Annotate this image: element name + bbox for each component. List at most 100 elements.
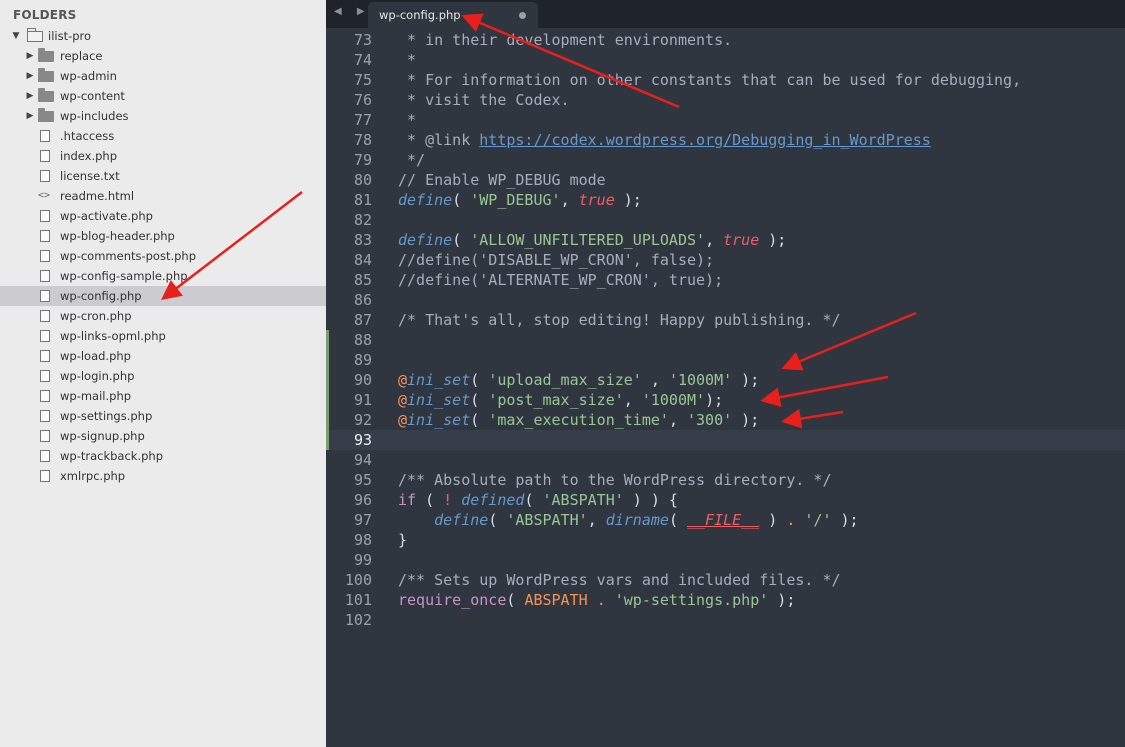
code-line[interactable]: 75 * For information on other constants … bbox=[326, 70, 1125, 90]
line-number: 73 bbox=[353, 31, 372, 49]
tab-nav-arrows[interactable]: ◀ ▶ bbox=[334, 6, 371, 17]
tree-file-item[interactable]: wp-signup.php bbox=[0, 426, 326, 446]
code-line[interactable]: 86 bbox=[326, 290, 1125, 310]
tree-folder-item[interactable]: ▶ wp-includes bbox=[0, 106, 326, 126]
code-line[interactable]: 93 bbox=[326, 430, 1125, 450]
code-token: , bbox=[623, 391, 642, 409]
line-number: 84 bbox=[353, 251, 372, 269]
line-number: 88 bbox=[353, 331, 372, 349]
code-token: * in their development environments. bbox=[398, 31, 733, 49]
code-line[interactable]: 98} bbox=[326, 530, 1125, 550]
chevron-right-icon[interactable]: ▶ bbox=[25, 66, 35, 86]
line-number: 86 bbox=[353, 291, 372, 309]
file-icon bbox=[40, 390, 50, 402]
folder-icon bbox=[38, 108, 54, 122]
code-token: ( bbox=[470, 391, 489, 409]
chevron-down-icon[interactable]: ▼ bbox=[11, 26, 21, 46]
tree-folder-item[interactable]: ▶ wp-content bbox=[0, 86, 326, 106]
line-number: 87 bbox=[353, 311, 372, 329]
tree-file-item[interactable]: wp-config.php bbox=[0, 286, 326, 306]
code-line[interactable]: 73 * in their development environments. bbox=[326, 30, 1125, 50]
code-token: * @link bbox=[398, 131, 480, 149]
line-number: 75 bbox=[353, 71, 372, 89]
code-line[interactable]: 84 //define('DISABLE_WP_CRON', false); bbox=[326, 250, 1125, 270]
code-line[interactable]: 81 define( 'WP_DEBUG', true ); bbox=[326, 190, 1125, 210]
code-line[interactable]: 76 * visit the Codex. bbox=[326, 90, 1125, 110]
tree-file-item[interactable]: wp-mail.php bbox=[0, 386, 326, 406]
tree-folder-item[interactable]: ▶ replace bbox=[0, 46, 326, 66]
code-line[interactable]: 92 @ini_set( 'max_execution_time', '300' … bbox=[326, 410, 1125, 430]
tree-folder-item[interactable]: ▶ wp-admin bbox=[0, 66, 326, 86]
code-token: ) bbox=[759, 511, 787, 529]
code-line[interactable]: 87 /* That's all, stop editing! Happy pub… bbox=[326, 310, 1125, 330]
code-line[interactable]: 85 //define('ALTERNATE_WP_CRON', true); bbox=[326, 270, 1125, 290]
code-text: //define('DISABLE_WP_CRON', false); bbox=[398, 250, 714, 270]
tree-file-item[interactable]: index.php bbox=[0, 146, 326, 166]
code-line[interactable]: 100 /** Sets up WordPress vars and includ… bbox=[326, 570, 1125, 590]
code-line[interactable]: 77 * bbox=[326, 110, 1125, 130]
code-line[interactable]: 97 define( 'ABSPATH', dirname( __FILE__ … bbox=[326, 510, 1125, 530]
tree-file-item[interactable]: wp-cron.php bbox=[0, 306, 326, 326]
code-line[interactable]: 101 require_once( ABSPATH . 'wp-settings.… bbox=[326, 590, 1125, 610]
chevron-right-icon[interactable]: ▶ bbox=[25, 86, 35, 106]
code-token: 'upload_max_size' bbox=[488, 371, 642, 389]
tree-file-item[interactable]: license.txt bbox=[0, 166, 326, 186]
tree-item-label: wp-blog-header.php bbox=[60, 229, 175, 243]
tree-file-item[interactable]: wp-settings.php bbox=[0, 406, 326, 426]
code-line[interactable]: 91 @ini_set( 'post_max_size', '1000M'); bbox=[326, 390, 1125, 410]
tree-file-item[interactable]: wp-activate.php bbox=[0, 206, 326, 226]
line-number: 93 bbox=[353, 431, 372, 449]
code-token: ( bbox=[416, 491, 444, 509]
code-token: ( bbox=[524, 491, 543, 509]
code-editor[interactable]: 73 * in their development environments. 7… bbox=[326, 28, 1125, 747]
line-number: 98 bbox=[353, 531, 372, 549]
code-token: */ bbox=[398, 151, 426, 169]
code-token: ( bbox=[452, 231, 471, 249]
tree-item-label: wp-signup.php bbox=[60, 429, 145, 443]
tree-file-item[interactable]: wp-load.php bbox=[0, 346, 326, 366]
tree-file-item[interactable]: xmlrpc.php bbox=[0, 466, 326, 486]
tree-file-item[interactable]: wp-trackback.php bbox=[0, 446, 326, 466]
tree-file-item[interactable]: .htaccess bbox=[0, 126, 326, 146]
code-line[interactable]: 79 */ bbox=[326, 150, 1125, 170]
code-line[interactable]: 74 * bbox=[326, 50, 1125, 70]
code-line[interactable]: 102 bbox=[326, 610, 1125, 630]
code-token: ); bbox=[768, 591, 796, 609]
modified-dot-icon[interactable] bbox=[519, 12, 526, 19]
code-line[interactable]: 82 bbox=[326, 210, 1125, 230]
code-line[interactable]: 96 if ( ! defined( 'ABSPATH' ) ) { bbox=[326, 490, 1125, 510]
code-token: require_once bbox=[398, 591, 507, 609]
code-text: define( 'ALLOW_UNFILTERED_UPLOADS', true… bbox=[398, 230, 786, 250]
code-line[interactable]: 83 define( 'ALLOW_UNFILTERED_UPLOADS', tr… bbox=[326, 230, 1125, 250]
tree-file-item[interactable]: <> readme.html bbox=[0, 186, 326, 206]
tree-file-item[interactable]: wp-login.php bbox=[0, 366, 326, 386]
code-line[interactable]: 80 // Enable WP_DEBUG mode bbox=[326, 170, 1125, 190]
code-line[interactable]: 78 * @link https://codex.wordpress.org/D… bbox=[326, 130, 1125, 150]
code-token: ( bbox=[488, 511, 507, 529]
tree-file-item[interactable]: wp-config-sample.php bbox=[0, 266, 326, 286]
code-line[interactable]: 94 bbox=[326, 450, 1125, 470]
code-line[interactable]: 95 /** Absolute path to the WordPress dir… bbox=[326, 470, 1125, 490]
tree-item-label: wp-links-opml.php bbox=[60, 329, 166, 343]
file-icon bbox=[40, 350, 50, 362]
line-number: 89 bbox=[353, 351, 372, 369]
code-token: define bbox=[434, 511, 489, 529]
tab-wp-config[interactable]: wp-config.php bbox=[368, 2, 538, 28]
code-token: true bbox=[723, 231, 760, 249]
code-line[interactable]: 90 @ini_set( 'upload_max_size' , '1000M' … bbox=[326, 370, 1125, 390]
tree-file-item[interactable]: wp-blog-header.php bbox=[0, 226, 326, 246]
code-line[interactable]: 89 bbox=[326, 350, 1125, 370]
tree-folder-item[interactable]: ▼ ilist-pro bbox=[0, 26, 326, 46]
line-number: 82 bbox=[353, 211, 372, 229]
tree-file-item[interactable]: wp-comments-post.php bbox=[0, 246, 326, 266]
code-text: /** Sets up WordPress vars and included … bbox=[398, 570, 841, 590]
code-token: ini_set bbox=[407, 391, 471, 409]
tree-file-item[interactable]: wp-links-opml.php bbox=[0, 326, 326, 346]
code-text: define( 'ABSPATH', dirname( __FILE__ ) .… bbox=[398, 510, 858, 530]
code-line[interactable]: 99 bbox=[326, 550, 1125, 570]
code-token: ); bbox=[759, 231, 787, 249]
chevron-right-icon[interactable]: ▶ bbox=[25, 106, 35, 126]
code-text: * in their development environments. bbox=[398, 30, 732, 50]
chevron-right-icon[interactable]: ▶ bbox=[25, 46, 35, 66]
code-line[interactable]: 88 bbox=[326, 330, 1125, 350]
